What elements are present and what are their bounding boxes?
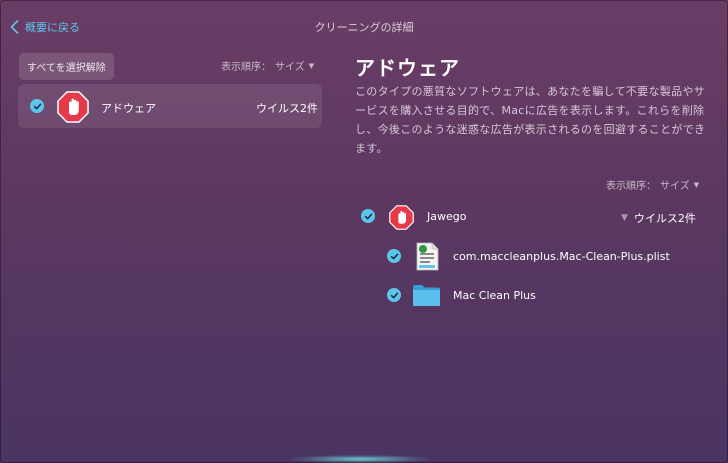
checkmark-icon <box>364 213 372 219</box>
file-name-plist: com.maccleanplus.Mac-Clean-Plus.plist <box>453 250 670 263</box>
threat-expand-toggle[interactable]: ▼ ウイルス2件 <box>621 210 696 226</box>
stop-hand-icon <box>389 205 414 230</box>
bottom-glow-decoration <box>290 455 430 463</box>
threat-name: Jawego <box>427 210 467 223</box>
file-checkbox-plist[interactable] <box>387 249 401 263</box>
checkmark-icon <box>390 292 398 298</box>
dropdown-arrow-icon: ▼ <box>693 180 700 189</box>
plist-file-icon <box>416 242 439 271</box>
disclosure-triangle-icon: ▼ <box>621 213 628 223</box>
threat-count: ウイルス2件 <box>633 212 696 225</box>
threat-checkbox[interactable] <box>361 209 375 223</box>
detail-description: このタイプの悪質なソフトウェアは、あなたを騙して不要な製品やサービスを購入させる… <box>355 85 706 155</box>
deselect-all-button[interactable]: すべてを選択解除 <box>19 53 114 80</box>
page-title: クリーニングの詳細 <box>314 21 414 34</box>
detail-heading: アドウェア <box>355 56 460 80</box>
checkmark-icon <box>33 103 41 109</box>
category-name: アドウェア <box>101 102 156 115</box>
sort-label: 表示順序： <box>221 62 271 73</box>
sort-value: サイズ <box>275 62 305 73</box>
category-count: ウイルス2件 <box>256 102 318 115</box>
sort-label: 表示順序： <box>606 181 656 192</box>
category-checkbox[interactable] <box>30 99 44 113</box>
folder-icon <box>413 285 440 306</box>
checkmark-icon <box>390 253 398 259</box>
stop-hand-icon <box>57 91 89 123</box>
file-checkbox-folder[interactable] <box>387 288 401 302</box>
sort-value: サイズ <box>660 181 690 192</box>
dropdown-arrow-icon: ▼ <box>308 61 315 70</box>
left-sort-dropdown[interactable]: 表示順序： サイズ ▼ <box>221 58 315 74</box>
file-name-folder: Mac Clean Plus <box>453 289 536 302</box>
right-sort-dropdown[interactable]: 表示順序： サイズ ▼ <box>606 177 700 193</box>
